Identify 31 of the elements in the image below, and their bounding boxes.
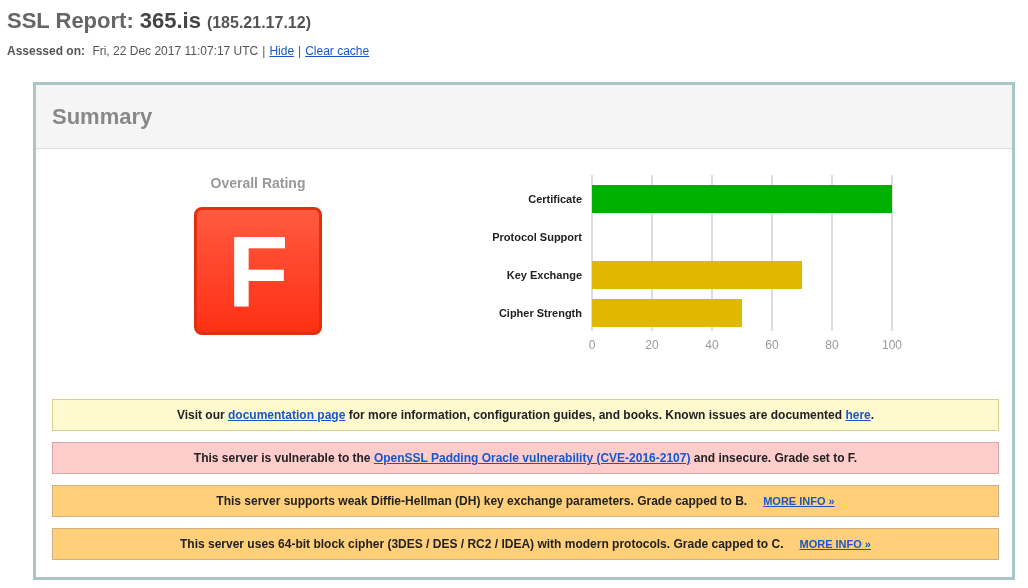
grade-badge: F — [194, 207, 322, 335]
notice-link[interactable]: OpenSSL Padding Oracle vulnerability (CVE-2016-2107) — [373, 451, 691, 465]
notice-text: This server uses 64-bit block cipher (3DES / DES / RC2 / IDEA) with modern protocols. Grade capped to C. — [180, 537, 784, 551]
notice-text: Visit our documentation page for more information, configuration guides, and books. Known issues are documented here. — [176, 408, 875, 422]
axis-tick-label: 20 — [645, 338, 659, 352]
header-link[interactable]: Clear cache — [305, 44, 370, 58]
axis-tick-label: 100 — [882, 338, 902, 352]
page-title: SSL Report: — [7, 7, 134, 35]
category-label: Protocol Support — [492, 231, 582, 243]
notice-text: This server supports weak Diffie-Hellman (DH) key exchange parameters. Grade capped to B. — [216, 494, 748, 508]
axis-tick-label: 0 — [588, 338, 596, 352]
notice-link[interactable]: here — [845, 408, 871, 422]
notice-link[interactable]: documentation page — [228, 408, 346, 422]
host-name: 365.is — [139, 7, 201, 35]
more-info-link[interactable]: MORE INFO » — [799, 538, 871, 550]
separator: | — [262, 44, 266, 58]
separator: | — [298, 44, 302, 58]
axis-tick-label: 80 — [825, 338, 839, 352]
header-link[interactable]: Hide — [269, 44, 295, 58]
panel-title: Summary — [52, 103, 153, 130]
category-label: Key Exchange — [506, 269, 582, 281]
assessed-date: Fri, 22 Dec 2017 11:07:17 UTC — [91, 44, 259, 58]
notice-text: This server is vulnerable to the OpenSSL Padding Oracle vulnerability (CVE-2016-2107) and insecure. Grade set to F. — [193, 451, 858, 465]
assessed-label: Assessed on: — [7, 44, 86, 58]
category-label: Cipher Strength — [498, 307, 582, 319]
ip-address: (185.21.17.12) — [206, 13, 311, 33]
axis-tick-label: 60 — [765, 338, 779, 352]
rating-label: Overall Rating — [210, 175, 306, 191]
category-label: Certificate — [528, 193, 582, 205]
more-info-link[interactable]: MORE INFO » — [763, 495, 835, 507]
axis-tick-label: 40 — [705, 338, 719, 352]
